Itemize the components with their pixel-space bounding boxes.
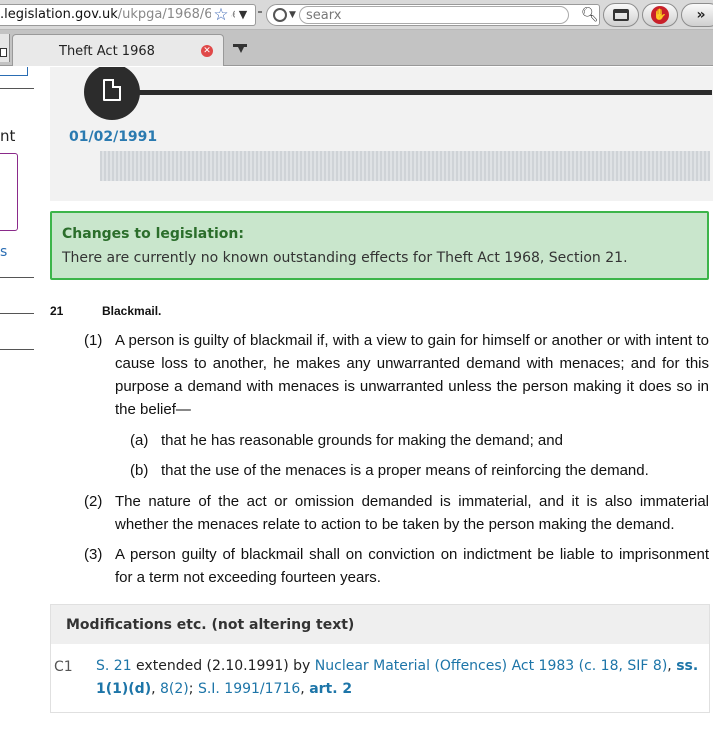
subsection-text: The nature of the act or omission demand… — [115, 493, 709, 533]
browser-toolbar: .legislation.gov.uk/ukpga/1968/60/se ☆ ▼… — [0, 0, 713, 30]
modification-text: S. 21 extended (2.10.1991) by Nuclear Ma… — [96, 655, 700, 701]
art-2-link[interactable]: art. 2 — [309, 681, 352, 697]
modifications-box: Modifications etc. (not altering text) C… — [50, 604, 710, 713]
nuclear-material-act-link[interactable]: Nuclear Material (Offences) Act 1983 (c.… — [315, 658, 668, 674]
section-title: Blackmail. — [102, 304, 162, 318]
toolbar-overflow-button[interactable]: » — [681, 3, 713, 27]
si-1991-1716-link[interactable]: S.I. 1991/1716 — [198, 681, 300, 697]
page-content: nt s 01/02/1991 Changes to legislation: … — [0, 67, 713, 738]
download-icon — [613, 9, 629, 21]
modification-separator: ; — [188, 681, 198, 697]
section-number: 21 — [50, 304, 64, 318]
subsection-number: (1) — [84, 332, 103, 349]
timeline-panel: 01/02/1991 — [50, 67, 713, 201]
changes-title: Changes to legislation: — [62, 226, 244, 242]
section-21-link[interactable]: S. 21 — [96, 658, 132, 674]
url-dropdown-icon[interactable]: ▼ — [235, 5, 251, 25]
timeline-version-marker[interactable] — [84, 67, 140, 120]
search-input[interactable] — [299, 6, 569, 24]
modifications-title: Modifications etc. (not altering text) — [66, 617, 355, 633]
subsection-number: (2) — [84, 493, 103, 510]
sidebar-box-fragment[interactable] — [0, 67, 28, 76]
url-domain: .legislation.gov.uk — [0, 7, 118, 22]
timeline-bar — [100, 151, 710, 181]
subsection-text: A person is guilty of blackmail if, with… — [115, 332, 709, 418]
search-bar: ▼ 🔍︎ — [266, 4, 600, 26]
modification-separator: , — [300, 681, 310, 697]
modification-separator: , — [667, 658, 677, 674]
sidebar-panel-fragment[interactable] — [0, 153, 18, 231]
changes-text: There are currently no known outstanding… — [62, 250, 628, 266]
s-8-2-link[interactable]: 8(2) — [160, 681, 189, 697]
paragraph-number: (a) — [130, 432, 149, 449]
subsection-text: A person guilty of blackmail shall on co… — [115, 546, 709, 586]
timeline-line — [112, 90, 712, 95]
tab-previous-icon — [0, 48, 7, 57]
timeline-date[interactable]: 01/02/1991 — [69, 129, 157, 145]
toolbar-separator — [258, 11, 262, 13]
sidebar-text-fragment: nt — [0, 127, 16, 145]
tab-theft-act[interactable]: Theft Act 1968 ✕ — [12, 34, 224, 66]
sidebar-link-fragment[interactable]: s — [0, 244, 7, 260]
search-engine-icon[interactable] — [273, 8, 287, 22]
changes-to-legislation-box: Changes to legislation: There are curren… — [50, 211, 709, 280]
tab-previous[interactable] — [0, 34, 10, 62]
paragraph-number: (b) — [130, 462, 149, 479]
modification-separator: , — [151, 681, 161, 697]
download-button[interactable] — [603, 3, 639, 27]
list-all-tabs-icon[interactable] — [233, 44, 247, 56]
tab-strip: Theft Act 1968 ✕ — [0, 30, 713, 66]
modification-extended-text: extended (2.10.1991) by — [131, 658, 315, 674]
tab-title: Theft Act 1968 — [59, 44, 155, 59]
paragraph-text: that the use of the menaces is a proper … — [161, 462, 649, 479]
sidebar-divider — [0, 88, 34, 89]
search-magnifier-icon[interactable]: 🔍︎ — [581, 5, 599, 25]
subsection-number: (3) — [84, 546, 103, 563]
adblock-button[interactable]: ✋ — [642, 3, 678, 27]
url-bar[interactable]: .legislation.gov.uk/ukpga/1968/60/se ☆ ▼ — [0, 4, 256, 26]
tab-close-icon[interactable]: ✕ — [201, 45, 213, 57]
sidebar-divider — [0, 277, 34, 278]
paragraph-text: that he has reasonable grounds for makin… — [161, 432, 563, 449]
search-engine-dropdown-icon[interactable]: ▼ — [289, 5, 296, 25]
adblock-hand-icon: ✋ — [651, 6, 669, 24]
modification-code: C1 — [54, 659, 73, 675]
bookmark-star-icon[interactable]: ☆ — [211, 5, 231, 25]
document-icon — [103, 79, 121, 101]
sidebar-divider — [0, 349, 34, 350]
modifications-header: Modifications etc. (not altering text) — [51, 605, 709, 644]
sidebar-divider — [0, 313, 34, 314]
